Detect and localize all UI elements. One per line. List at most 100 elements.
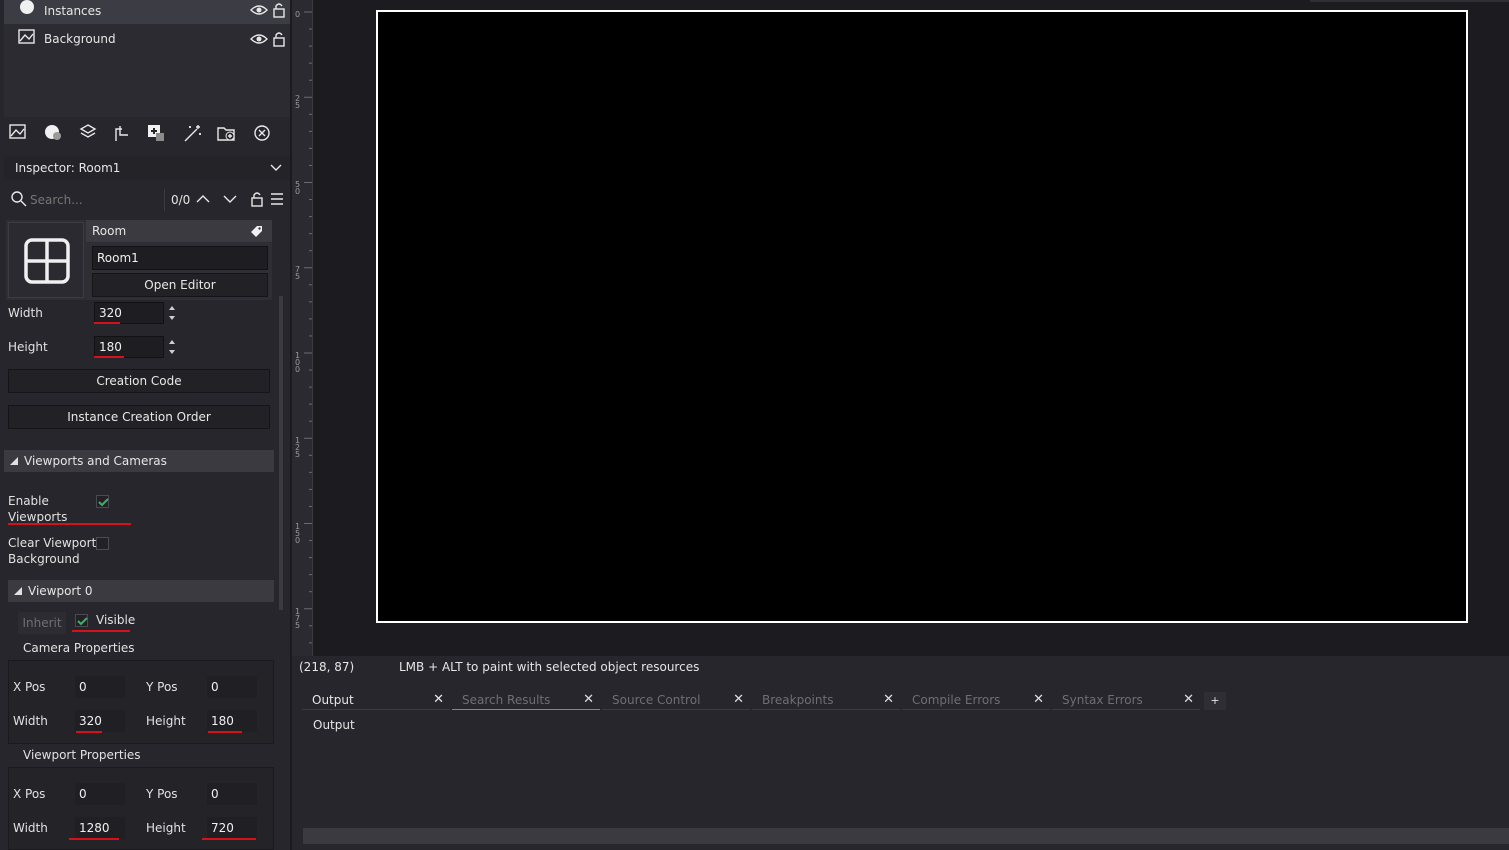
tab-label: Source Control: [612, 693, 701, 707]
ruler-label: 175: [295, 607, 301, 630]
tab-source-control[interactable]: Source Control ✕: [602, 690, 750, 710]
lock-icon[interactable]: [250, 190, 264, 208]
clear-viewport-label: Background: [8, 552, 80, 566]
add-asset-layer-icon[interactable]: [146, 123, 168, 143]
room-name-field[interactable]: Room1: [92, 246, 268, 270]
add-tile-layer-icon[interactable]: [78, 123, 100, 143]
highlight-underline: [94, 322, 120, 324]
menu-icon[interactable]: [270, 193, 284, 205]
lock-icon[interactable]: [272, 31, 286, 47]
room-canvas[interactable]: [376, 10, 1468, 623]
camera-ypos-input[interactable]: 0: [207, 676, 257, 698]
visible-label: Visible: [96, 613, 136, 627]
camera-width-label: Width: [13, 714, 48, 728]
inherit-button[interactable]: Inherit: [18, 612, 66, 634]
output-scrollbar[interactable]: [303, 828, 1509, 844]
instance-creation-order-button[interactable]: Instance Creation Order: [8, 405, 270, 429]
inspector-title: Inspector: Room1: [15, 161, 121, 175]
creation-code-button[interactable]: Creation Code: [8, 369, 270, 393]
highlight-underline: [69, 838, 119, 840]
visible-checkbox[interactable]: [75, 614, 88, 627]
inspector-header[interactable]: Inspector: Room1: [4, 156, 290, 180]
chevron-down-icon[interactable]: [270, 163, 282, 173]
viewport-xpos-input[interactable]: 0: [75, 783, 125, 805]
room-icon: [24, 238, 70, 284]
ruler-label: 0: [295, 10, 301, 19]
camera-xpos-input[interactable]: 0: [75, 676, 125, 698]
layers-list: Instances Background: [4, 0, 290, 118]
collapse-triangle-icon: [10, 457, 18, 465]
viewport-properties-title: Viewport Properties: [23, 748, 141, 762]
ruler-label: 150: [295, 522, 301, 545]
search-icon: [11, 191, 27, 207]
camera-xpos-label: X Pos: [13, 680, 46, 694]
background-layer-icon: [18, 29, 35, 44]
open-editor-button[interactable]: Open Editor: [92, 273, 268, 297]
inspector-scrollbar[interactable]: [279, 296, 283, 610]
tab-compile-errors[interactable]: Compile Errors ✕: [902, 690, 1050, 710]
lock-icon[interactable]: [272, 2, 286, 18]
add-folder-icon[interactable]: [216, 123, 238, 143]
layer-row-instances[interactable]: Instances: [4, 0, 290, 24]
camera-width-input[interactable]: 320: [75, 710, 125, 732]
enable-viewports-label: Enable: [8, 494, 49, 508]
layer-row-background[interactable]: Background: [4, 28, 290, 52]
add-effect-layer-icon[interactable]: [182, 123, 204, 143]
eye-icon[interactable]: [250, 3, 268, 17]
tab-label: Compile Errors: [912, 693, 1001, 707]
viewport-height-input[interactable]: 720: [207, 817, 257, 839]
camera-ypos-label: Y Pos: [146, 680, 178, 694]
tab-search-results[interactable]: Search Results ✕: [452, 690, 600, 710]
room-thumbnail: [8, 222, 84, 298]
highlight-underline: [8, 523, 131, 525]
tab-output[interactable]: Output ✕: [302, 690, 450, 710]
tag-icon[interactable]: [250, 225, 263, 238]
chevron-up-icon[interactable]: [196, 194, 210, 204]
width-spinner-icon[interactable]: [166, 303, 178, 323]
inspector-search-bar: 0/0: [4, 186, 290, 214]
top-edge-strip: [1310, 0, 1509, 2]
delete-layer-icon[interactable]: [252, 123, 274, 143]
width-label: Width: [8, 306, 43, 320]
clear-viewport-checkbox[interactable]: [96, 537, 109, 550]
close-icon[interactable]: ✕: [883, 690, 894, 710]
room-type-bar: Room: [86, 220, 272, 242]
height-spinner-icon[interactable]: [166, 337, 178, 357]
add-background-layer-icon[interactable]: [8, 123, 30, 143]
tab-label: Breakpoints: [762, 693, 834, 707]
left-panel: Instances Background Inspector: Room1 0/…: [0, 0, 290, 850]
viewports-section-header[interactable]: Viewports and Cameras: [4, 450, 274, 472]
instances-layer-icon: [20, 0, 34, 14]
viewport-ypos-input[interactable]: 0: [207, 783, 257, 805]
viewport-width-input[interactable]: 1280: [75, 817, 125, 839]
viewport0-title: Viewport 0: [28, 584, 93, 598]
add-path-layer-icon[interactable]: [112, 123, 134, 143]
close-icon[interactable]: ✕: [433, 690, 444, 710]
viewport-width-label: Width: [13, 821, 48, 835]
tab-breakpoints[interactable]: Breakpoints ✕: [752, 690, 900, 710]
add-tab-button[interactable]: +: [1204, 692, 1226, 710]
tab-syntax-errors[interactable]: Syntax Errors ✕: [1052, 690, 1200, 710]
status-bar: (218, 87) LMB + ALT to paint with select…: [292, 656, 1509, 680]
highlight-underline: [94, 356, 124, 358]
viewport0-section-header[interactable]: Viewport 0: [8, 580, 274, 602]
close-icon[interactable]: ✕: [1183, 690, 1194, 710]
add-instance-layer-icon[interactable]: [42, 123, 64, 143]
camera-height-input[interactable]: 180: [207, 710, 257, 732]
close-icon[interactable]: ✕: [1033, 690, 1044, 710]
ruler-label: 75: [295, 265, 301, 281]
eye-icon[interactable]: [250, 32, 268, 46]
highlight-underline: [208, 731, 242, 733]
close-icon[interactable]: ✕: [583, 690, 594, 710]
layer-label: Instances: [44, 4, 102, 18]
enable-viewports-checkbox[interactable]: [96, 495, 109, 508]
room-width-input[interactable]: 320: [94, 302, 164, 324]
ruler-label: 50: [295, 180, 301, 196]
search-input[interactable]: [28, 189, 165, 211]
room-height-input[interactable]: 180: [94, 336, 164, 358]
close-icon[interactable]: ✕: [733, 690, 744, 710]
vertical-ruler: 0 25 50 75 100 125 150 175: [292, 0, 313, 656]
highlight-underline: [76, 731, 102, 733]
chevron-down-icon[interactable]: [223, 194, 237, 204]
viewports-section-title: Viewports and Cameras: [24, 454, 167, 468]
